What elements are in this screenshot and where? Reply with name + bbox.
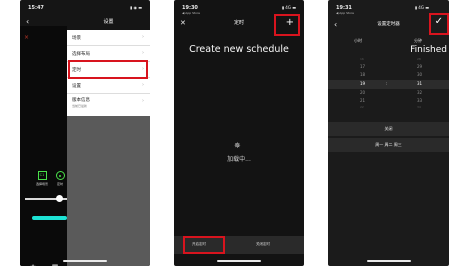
scene-icon: C1 (37, 171, 47, 180)
highlight-confirm-button (429, 13, 449, 35)
hour-option[interactable]: 17 (360, 64, 365, 69)
status-icons: ▮ ◉ ▬ (129, 5, 142, 10)
menu-item-label: 选择布局 (72, 52, 90, 57)
timer-icon (55, 171, 65, 180)
hour-selected[interactable]: 19 (360, 81, 365, 86)
repeat-days-row[interactable]: 周一 周二 周三 (328, 138, 449, 152)
highlight-timer-menu (68, 60, 148, 79)
minute-option[interactable]: 30 (417, 72, 422, 77)
highlight-add-button (274, 14, 300, 36)
hour-option[interactable]: 16 (360, 57, 364, 61)
highlight-enable-timer (183, 236, 225, 254)
time-separator: : (386, 81, 388, 86)
menu-item-label: 版本信息 (72, 98, 90, 103)
status-app-store[interactable]: ◀ App Store (182, 11, 200, 15)
timer-label: 定时 (56, 182, 63, 186)
status-app-store[interactable]: ◀ App Store (336, 11, 354, 15)
timer-action-row[interactable]: 关闭 (328, 122, 449, 136)
brightness-slider-handle[interactable] (56, 195, 63, 202)
minute-option[interactable]: 34 (417, 105, 421, 109)
finished-label: Finished (410, 45, 447, 55)
hour-option[interactable]: 21 (360, 98, 365, 103)
timer-button[interactable]: 定时 (54, 171, 66, 186)
minute-option[interactable]: 29 (417, 64, 422, 69)
tab-disable-timer[interactable]: 关闭定时 (256, 242, 270, 247)
menu-item-label: 设置 (72, 84, 81, 89)
picker-selection-band (328, 80, 449, 89)
status-bar: 19:30 ◀ App Store ▮ 4G ▬ (182, 5, 296, 15)
status-icons: ▮ 4G ▬ (414, 5, 429, 10)
phone-timer-setup-screen: 19:31 ◀ App Store ▮ 4G ▬ ‹ 设置定时器 ✓ 小时 分钟… (328, 0, 449, 266)
chevron-right-icon: › (142, 82, 144, 88)
minute-selected[interactable]: 31 (417, 81, 422, 86)
status-bar: 15:47 ▮ ◉ ▬ (28, 5, 142, 13)
page-title: 设置 (103, 19, 114, 25)
menu-item-version[interactable]: 版本信息 当前已最新 › (67, 94, 150, 113)
status-icons: ▮ 4G ▬ (281, 5, 296, 10)
hour-column-header: 小时 (354, 38, 362, 43)
minute-option[interactable]: 32 (417, 90, 422, 95)
chevron-right-icon: › (142, 50, 144, 56)
chevron-right-icon: › (142, 34, 144, 40)
minute-option[interactable]: 28 (417, 57, 421, 61)
home-indicator (217, 260, 261, 262)
close-icon[interactable]: × (24, 34, 29, 41)
home-indicator (366, 260, 411, 262)
status-time: 15:47 (28, 5, 44, 11)
left-panel: × C1 选择场景 定时 ★ 场景 ▦ 设置 (20, 26, 67, 266)
menu-item-label: 场景 (72, 36, 81, 41)
home-indicator (63, 260, 107, 262)
chevron-right-icon: › (142, 98, 144, 104)
status-bar: 19:31 ◀ App Store ▮ 4G ▬ (336, 5, 441, 15)
phone-schedule-screen: 19:30 ◀ App Store ▮ 4G ▬ ✕ 定时 + Create n… (174, 0, 304, 266)
overlay-dim (67, 116, 150, 266)
minute-column-header: 分钟 (414, 38, 422, 43)
menu-item-sublabel: 当前已最新 (72, 104, 88, 108)
scene-select-button[interactable]: C1 选择场景 (33, 171, 51, 186)
hour-option[interactable]: 18 (360, 72, 365, 77)
create-schedule-heading: Create new schedule (189, 44, 289, 55)
scene-label: 选择场景 (35, 182, 48, 186)
hour-option[interactable]: 22 (360, 105, 364, 109)
menu-item-scene[interactable]: 场景 › (67, 30, 150, 46)
spinner-icon: ✵ (234, 141, 241, 150)
loading-text: 加载中... (227, 156, 251, 163)
hour-option[interactable]: 20 (360, 90, 365, 95)
phone-settings-screen: 15:47 ▮ ◉ ▬ ‹ 设置 × C1 选择场景 定时 ★ 场景 ▦ (20, 0, 150, 266)
minute-option[interactable]: 33 (417, 98, 422, 103)
brightness-slider[interactable] (25, 195, 67, 202)
color-slider[interactable] (32, 216, 67, 220)
menu-item-settings[interactable]: 设置 › (67, 78, 150, 94)
